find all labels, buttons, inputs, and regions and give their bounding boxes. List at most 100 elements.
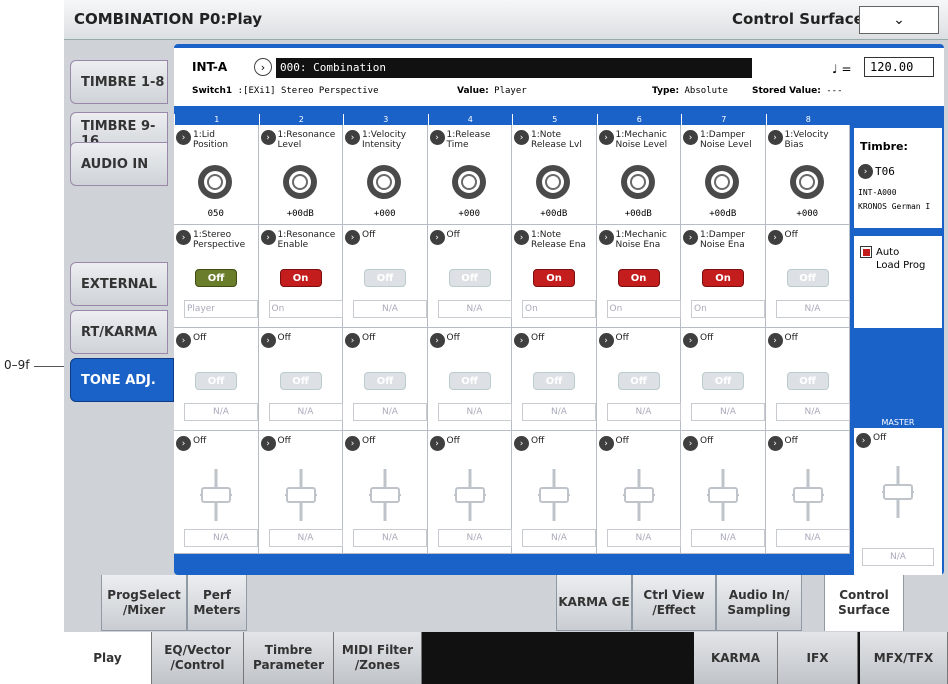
page-tab-2[interactable]: Perf Meters — [187, 575, 247, 631]
assign-select[interactable]: › Off — [767, 436, 798, 451]
switch-button[interactable]: Off — [364, 372, 406, 390]
assign-select[interactable]: › Off — [683, 436, 713, 451]
tempo-field[interactable]: 120.00 — [864, 57, 934, 77]
knob[interactable] — [281, 163, 319, 201]
assign-select[interactable]: › 1:Note Release Lvl — [514, 130, 582, 150]
switch-button[interactable]: On — [533, 269, 575, 287]
assign-select[interactable]: › 1:Velocity Intensity — [345, 130, 406, 150]
switch-button[interactable]: Off — [364, 269, 406, 287]
side-tab-4[interactable]: EXTERNAL — [70, 262, 168, 306]
mode-tab-4[interactable]: MIDI Filter /Zones — [334, 632, 422, 684]
knob[interactable] — [450, 163, 488, 201]
slider[interactable] — [534, 467, 574, 523]
side-tab-6[interactable]: TONE ADJ. — [70, 358, 174, 402]
assign-select[interactable]: › 1:Lid Position — [176, 130, 228, 150]
switch-button[interactable]: On — [617, 269, 660, 287]
switch-button[interactable]: Off — [195, 372, 237, 390]
assign-select[interactable]: › Off — [767, 333, 798, 348]
assign-select[interactable]: › 1:Mechanic Noise Level — [598, 130, 667, 150]
assign-select[interactable]: › Off — [598, 333, 629, 348]
slider-cell: › Off N/A — [765, 431, 850, 554]
knob[interactable] — [365, 163, 403, 201]
assign-select[interactable]: › Off — [598, 436, 629, 451]
timbre-select[interactable]: › T06 — [858, 164, 895, 179]
assign-select[interactable]: › Off — [345, 436, 375, 451]
mode-tab-6[interactable]: IFX — [778, 632, 858, 684]
switch-button[interactable]: Off — [617, 372, 660, 390]
knob[interactable] — [534, 163, 572, 201]
knob[interactable] — [196, 163, 234, 201]
assign-select[interactable]: › Off — [429, 333, 460, 348]
assign-select[interactable]: › Off — [856, 433, 886, 448]
slider-value: N/A — [437, 529, 512, 547]
assign-select[interactable]: › 1:Release Time — [429, 130, 490, 150]
assign-select[interactable]: › Off — [514, 436, 544, 451]
assign-select[interactable]: › Off — [514, 333, 544, 348]
assign-select[interactable]: › Off — [176, 436, 206, 451]
side-tab-label: AUDIO IN — [81, 156, 149, 172]
slider[interactable] — [365, 467, 405, 523]
slider[interactable] — [450, 467, 490, 523]
assign-select[interactable]: › 1:Resonance Enable — [260, 230, 335, 250]
mode-tab-2[interactable]: EQ/Vector /Control — [152, 632, 244, 684]
switch-button[interactable]: Off — [533, 372, 575, 390]
mode-tab-7[interactable]: MFX/TFX — [860, 632, 948, 684]
assign-select[interactable]: › Off — [345, 230, 375, 245]
auto-load-checkbox[interactable]: Auto Load Prog — [860, 246, 925, 272]
slider[interactable] — [788, 467, 828, 523]
switch-button[interactable]: Off — [279, 372, 322, 390]
switch-button[interactable]: Off — [786, 372, 829, 390]
page-tab-1[interactable]: ProgSelect /Mixer — [101, 575, 187, 631]
assign-select[interactable]: › 1:Stereo Perspective — [176, 230, 245, 250]
chevron-right-icon: › — [260, 130, 276, 145]
assign-select[interactable]: › Off — [345, 333, 375, 348]
assign-select[interactable]: › Off — [176, 333, 206, 348]
assign-select[interactable]: › 1:Damper Noise Ena — [683, 230, 745, 250]
mode-tab-5[interactable]: KARMA — [694, 632, 778, 684]
assign-select[interactable]: › 1:Damper Noise Level — [683, 130, 752, 150]
page-tab-5[interactable]: Audio In/ Sampling — [716, 575, 802, 631]
assign-select[interactable]: › 1:Mechanic Noise Ena — [598, 230, 667, 250]
switch-button[interactable]: Off — [448, 372, 491, 390]
side-tab-1[interactable]: TIMBRE 1-8 — [70, 60, 168, 104]
side-tab-3[interactable]: AUDIO IN — [70, 142, 168, 186]
chevron-right-icon: › — [514, 333, 529, 348]
assign-select[interactable]: › Off — [429, 230, 460, 245]
master-slider[interactable] — [878, 464, 918, 520]
assign-select[interactable]: › 1:Note Release Ena — [514, 230, 586, 250]
assign-select[interactable]: › Off — [429, 436, 460, 451]
slider[interactable] — [619, 467, 659, 523]
assign-select[interactable]: › Off — [683, 333, 713, 348]
page-tab-4[interactable]: Ctrl View /Effect — [632, 575, 716, 631]
slider-cell: › Off N/A — [681, 431, 766, 554]
switch-button[interactable]: On — [702, 269, 744, 287]
page-tab-3[interactable]: KARMA GE — [556, 575, 632, 631]
assign-select[interactable]: › Off — [260, 333, 291, 348]
page-menu-button[interactable]: ⌄ — [859, 6, 939, 34]
slider[interactable] — [196, 467, 236, 523]
switch-button[interactable]: Off — [786, 269, 829, 287]
mode-tab-3[interactable]: Timbre Parameter — [244, 632, 334, 684]
page-tab-6[interactable]: Control Surface — [824, 575, 904, 631]
switch-button[interactable]: On — [279, 269, 322, 287]
knob[interactable] — [619, 163, 657, 201]
assign-select[interactable]: › Off — [767, 230, 798, 245]
switch-button[interactable]: Off — [702, 372, 744, 390]
combi-select-button[interactable]: › — [254, 58, 272, 76]
assign-select[interactable]: › 1:Velocity Bias — [767, 130, 829, 150]
side-tab-5[interactable]: RT/KARMA — [70, 310, 168, 354]
slider[interactable] — [703, 467, 743, 523]
switch-button[interactable]: Off — [195, 269, 237, 287]
combi-name-field[interactable]: 000: Combination — [276, 58, 752, 78]
knob[interactable] — [788, 163, 826, 201]
switch-cell: › Off Off N/A — [596, 328, 681, 431]
knob[interactable] — [703, 163, 741, 201]
assign-select[interactable]: › Off — [260, 436, 291, 451]
assign-label: Off — [362, 230, 376, 240]
switch-button[interactable]: Off — [448, 269, 491, 287]
slider[interactable] — [281, 467, 321, 523]
switch-value: Player — [184, 300, 258, 318]
mode-tab-1[interactable]: Play — [64, 632, 152, 684]
assign-select[interactable]: › 1:Resonance Level — [260, 130, 335, 150]
assign-label: Off — [446, 436, 460, 446]
